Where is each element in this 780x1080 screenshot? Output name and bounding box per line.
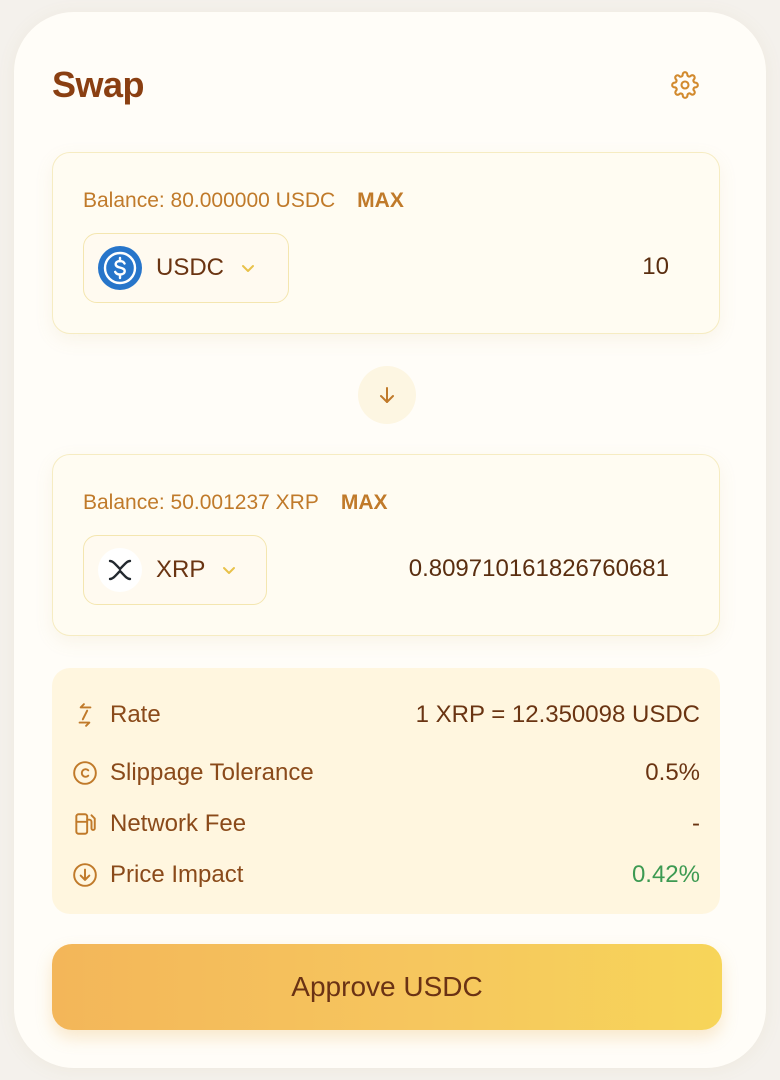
rate-value: 1 XRP = 12.350098 USDC	[415, 701, 700, 728]
from-token-select[interactable]: USDC	[83, 233, 289, 303]
to-token-panel: Balance: 50.001237 XRP MAX XRP 0.8097101…	[52, 454, 720, 636]
to-balance: Balance: 50.001237 XRP	[83, 491, 319, 514]
fuel-pump-icon	[75, 813, 96, 835]
page-title: Swap	[52, 64, 145, 105]
detail-label: Price Impact	[110, 861, 244, 888]
from-token-symbol: USDC	[156, 254, 225, 281]
from-token-panel: Balance: 80.000000 USDC MAX USDC 10	[52, 152, 720, 334]
from-balance-row: Balance: 80.000000 USDC MAX	[83, 189, 404, 213]
detail-label: Network Fee	[110, 810, 247, 837]
network-fee-value: -	[692, 810, 700, 837]
usdc-logo-icon	[98, 246, 142, 290]
to-token-symbol: XRP	[156, 556, 206, 583]
settings-button[interactable]	[668, 68, 702, 102]
gear-icon	[671, 71, 699, 99]
chevron-down-icon	[242, 265, 255, 272]
to-max-button[interactable]: MAX	[341, 491, 388, 515]
detail-row-price-impact: Price Impact 0.42%	[72, 858, 700, 892]
from-balance: Balance: 80.000000 USDC	[83, 189, 336, 212]
switch-tokens-button[interactable]	[358, 366, 416, 424]
price-impact-value: 0.42%	[631, 861, 700, 888]
slippage-value: 0.5%	[645, 759, 700, 786]
detail-label: Rate	[110, 701, 161, 728]
detail-row-slippage: Slippage Tolerance 0.5%	[72, 756, 700, 790]
to-amount-output: 0.809710161826760681	[408, 555, 669, 582]
copyright-circle-icon	[73, 761, 97, 785]
arrow-down-circle-icon	[73, 863, 97, 887]
from-max-button[interactable]: MAX	[357, 189, 404, 213]
swap-arrows-icon	[78, 703, 92, 727]
xrp-logo-icon	[98, 548, 142, 592]
from-amount-input[interactable]: 10	[642, 253, 669, 281]
to-balance-row: Balance: 50.001237 XRP MAX	[83, 491, 388, 515]
approve-button[interactable]: Approve USDC	[52, 944, 722, 1030]
detail-label: Slippage Tolerance	[110, 759, 314, 786]
swap-details: Rate 1 XRP = 12.350098 USDC Slippage Tol…	[52, 668, 720, 914]
detail-row-rate: Rate 1 XRP = 12.350098 USDC	[72, 698, 700, 732]
arrow-down-icon	[380, 387, 394, 403]
to-token-select[interactable]: XRP	[83, 535, 267, 605]
chevron-down-icon	[223, 567, 236, 574]
detail-row-network-fee: Network Fee -	[72, 807, 700, 841]
